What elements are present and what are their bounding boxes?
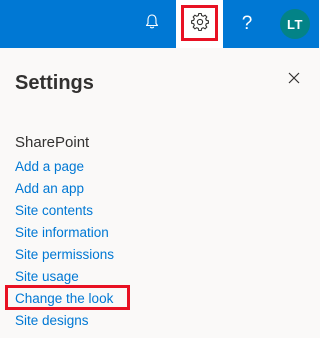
notifications-button[interactable] bbox=[128, 0, 176, 48]
panel-title: Settings bbox=[15, 72, 94, 94]
suite-header: ? LT bbox=[0, 0, 319, 48]
link-add-an-app[interactable]: Add an app bbox=[15, 178, 114, 200]
link-site-designs[interactable]: Site designs bbox=[15, 310, 114, 332]
close-icon bbox=[288, 71, 300, 89]
settings-link-list: Add a page Add an app Site contents Site… bbox=[15, 156, 114, 332]
bell-icon bbox=[144, 13, 160, 35]
gear-highlight-box bbox=[181, 5, 218, 41]
link-site-contents[interactable]: Site contents bbox=[15, 200, 114, 222]
link-site-usage[interactable]: Site usage bbox=[15, 266, 114, 288]
help-icon: ? bbox=[241, 13, 253, 34]
settings-button[interactable] bbox=[176, 0, 223, 48]
link-site-information[interactable]: Site information bbox=[15, 222, 114, 244]
avatar: LT bbox=[280, 9, 310, 39]
settings-panel: Settings SharePoint Add a page Add an ap… bbox=[0, 48, 319, 338]
account-button[interactable]: LT bbox=[271, 0, 319, 48]
link-site-permissions[interactable]: Site permissions bbox=[15, 244, 114, 266]
section-heading-sharepoint: SharePoint bbox=[15, 134, 90, 151]
avatar-initials: LT bbox=[287, 16, 303, 32]
link-add-a-page[interactable]: Add a page bbox=[15, 156, 114, 178]
close-button[interactable] bbox=[284, 70, 304, 90]
link-change-the-look[interactable]: Change the look bbox=[15, 288, 114, 310]
help-button[interactable]: ? bbox=[223, 0, 271, 48]
